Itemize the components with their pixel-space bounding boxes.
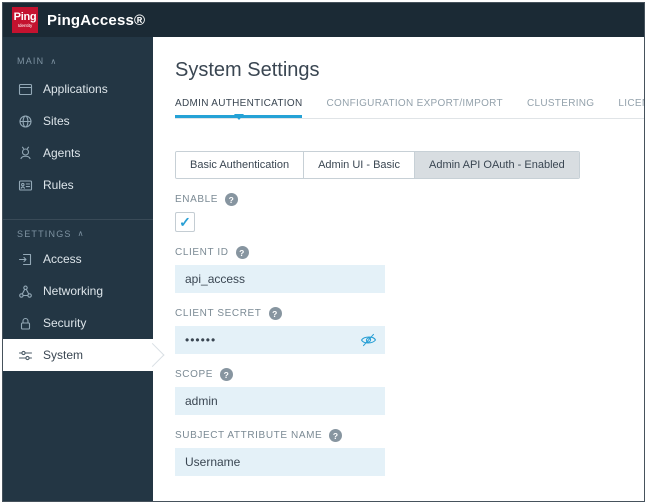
- subject-attribute-name-field: SUBJECT ATTRIBUTE NAME ?: [175, 429, 644, 476]
- help-icon[interactable]: ?: [225, 193, 238, 206]
- sidebar-item-networking[interactable]: Networking: [3, 275, 153, 307]
- subtab-admin-api-oauth[interactable]: Admin API OAuth - Enabled: [415, 152, 579, 178]
- sidebar-item-label: Security: [43, 316, 86, 330]
- section-label: MAIN: [17, 56, 44, 66]
- sidebar-item-label: Sites: [43, 114, 70, 128]
- page-title: System Settings: [175, 59, 644, 82]
- sidebar-item-system[interactable]: System: [3, 339, 153, 371]
- app-window: Ping Identity PingAccess® MAIN ∧ Applica…: [2, 2, 645, 502]
- client-id-label-row: CLIENT ID ?: [175, 246, 644, 259]
- sidebar-section-main[interactable]: MAIN ∧: [3, 49, 153, 73]
- tab-admin-authentication[interactable]: ADMIN AUTHENTICATION: [175, 98, 302, 118]
- networking-icon: [17, 284, 33, 299]
- tab-configuration-export-import[interactable]: CONFIGURATION EXPORT/IMPORT: [326, 98, 502, 118]
- logo-secondary-text: Identity: [18, 24, 33, 29]
- tab-clustering[interactable]: CLUSTERING: [527, 98, 594, 118]
- checkbox-check-icon: ✓: [179, 215, 191, 229]
- sidebar-item-label: Applications: [43, 82, 108, 96]
- client-id-field: CLIENT ID ?: [175, 246, 644, 293]
- security-icon: [17, 316, 33, 331]
- sidebar-section-settings[interactable]: SETTINGS ∧: [3, 219, 153, 243]
- sidebar-item-access[interactable]: Access: [3, 243, 153, 275]
- auth-method-button-group: Basic Authentication Admin UI - Basic Ad…: [175, 151, 580, 179]
- applications-icon: [17, 82, 33, 97]
- help-icon[interactable]: ?: [220, 368, 233, 381]
- help-icon[interactable]: ?: [269, 307, 282, 320]
- client-id-input[interactable]: [175, 265, 385, 293]
- scope-input[interactable]: [175, 387, 385, 415]
- sidebar-item-rules[interactable]: Rules: [3, 169, 153, 201]
- access-icon: [17, 252, 33, 267]
- chevron-up-icon: ∧: [78, 229, 85, 238]
- sidebar-item-security[interactable]: Security: [3, 307, 153, 339]
- client-secret-input[interactable]: [175, 326, 385, 354]
- ping-identity-logo[interactable]: Ping Identity: [12, 7, 38, 33]
- agents-icon: [17, 146, 33, 161]
- subtab-admin-ui-basic[interactable]: Admin UI - Basic: [304, 152, 415, 178]
- scope-label-row: SCOPE ?: [175, 368, 644, 381]
- sidebar-item-label: Rules: [43, 178, 74, 192]
- enable-field: ENABLE ? ✓: [175, 193, 644, 232]
- product-name: PingAccess®: [47, 12, 145, 29]
- field-label: ENABLE: [175, 194, 218, 205]
- logo-primary-text: Ping: [14, 12, 37, 23]
- sidebar: MAIN ∧ Applications Sites Agents: [3, 37, 153, 501]
- eye-slash-icon[interactable]: [359, 334, 378, 347]
- sidebar-item-label: System: [43, 348, 83, 362]
- field-label: SUBJECT ATTRIBUTE NAME: [175, 430, 322, 441]
- subtab-basic-authentication[interactable]: Basic Authentication: [176, 152, 304, 178]
- field-label: SCOPE: [175, 369, 213, 380]
- field-label: CLIENT SECRET: [175, 308, 262, 319]
- rules-icon: [17, 178, 33, 193]
- sidebar-item-sites[interactable]: Sites: [3, 105, 153, 137]
- client-secret-label-row: CLIENT SECRET ?: [175, 307, 644, 320]
- subject-attribute-name-input[interactable]: [175, 448, 385, 476]
- help-icon[interactable]: ?: [236, 246, 249, 259]
- section-label: SETTINGS: [17, 229, 72, 239]
- sidebar-item-label: Agents: [43, 146, 80, 160]
- topbar: Ping Identity PingAccess®: [3, 3, 644, 37]
- system-icon: [17, 348, 33, 363]
- sidebar-item-applications[interactable]: Applications: [3, 73, 153, 105]
- client-secret-field: CLIENT SECRET ?: [175, 307, 644, 354]
- enable-label-row: ENABLE ?: [175, 193, 644, 206]
- client-secret-input-wrap: [175, 326, 385, 354]
- main-content: System Settings ADMIN AUTHENTICATION CON…: [153, 37, 644, 501]
- field-label: CLIENT ID: [175, 247, 229, 258]
- sidebar-item-label: Networking: [43, 284, 103, 298]
- tab-bar: ADMIN AUTHENTICATION CONFIGURATION EXPOR…: [175, 98, 644, 119]
- sidebar-item-agents[interactable]: Agents: [3, 137, 153, 169]
- sidebar-item-label: Access: [43, 252, 82, 266]
- sites-icon: [17, 114, 33, 129]
- enable-checkbox[interactable]: ✓: [175, 212, 195, 232]
- subject-attribute-label-row: SUBJECT ATTRIBUTE NAME ?: [175, 429, 644, 442]
- tab-license[interactable]: LICENSE: [618, 98, 645, 118]
- chevron-up-icon: ∧: [50, 57, 57, 66]
- help-icon[interactable]: ?: [329, 429, 342, 442]
- scope-field: SCOPE ?: [175, 368, 644, 415]
